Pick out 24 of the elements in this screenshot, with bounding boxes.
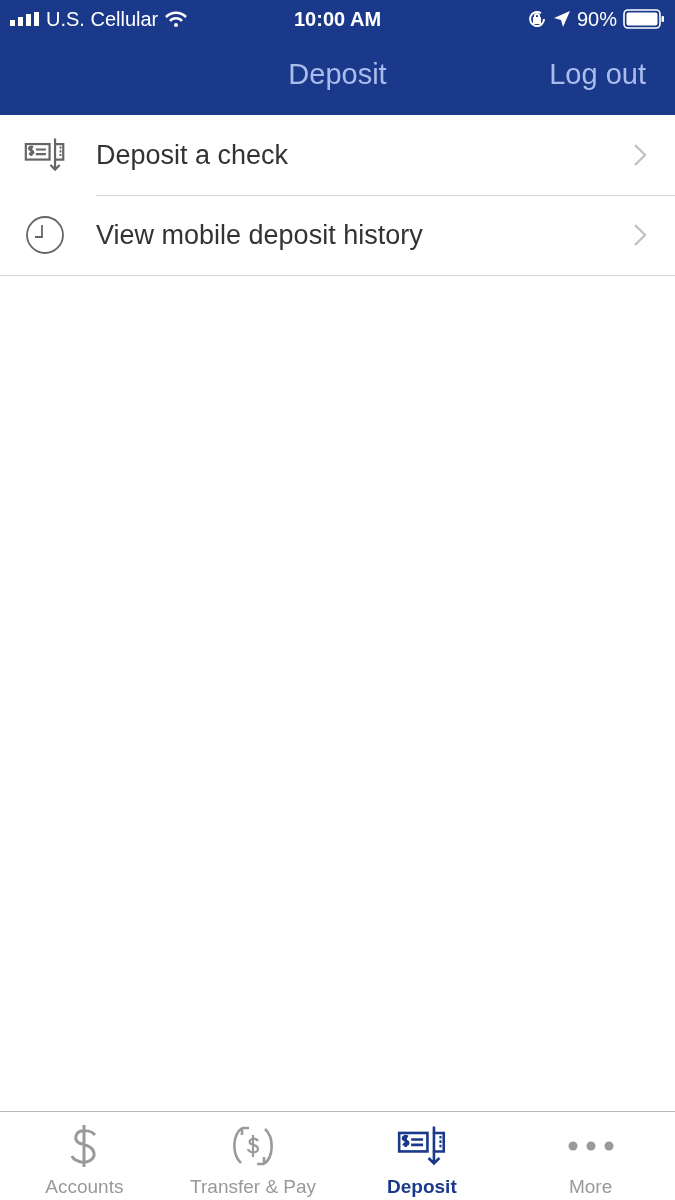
battery-icon bbox=[623, 9, 665, 29]
check-deposit-icon bbox=[24, 136, 66, 174]
menu-item[interactable]: Deposit a check bbox=[0, 115, 675, 195]
location-arrow-icon bbox=[553, 10, 571, 28]
wifi-icon bbox=[164, 10, 189, 28]
chevron-right-icon bbox=[633, 143, 647, 167]
tab-bar-item[interactable]: Accounts bbox=[0, 1112, 169, 1200]
menu-item[interactable]: View mobile deposit history bbox=[0, 195, 675, 275]
tab-bar-item[interactable]: Transfer & Pay bbox=[168, 1112, 338, 1200]
check-deposit-icon bbox=[396, 1124, 447, 1168]
menu-item-label: Deposit a check bbox=[96, 139, 290, 171]
more-dots-icon bbox=[567, 1141, 614, 1151]
log-out-button[interactable]: Log out bbox=[549, 58, 646, 91]
menu-item-label: View mobile deposit history bbox=[96, 219, 424, 251]
signal-icon bbox=[10, 12, 40, 26]
tab-bar-item[interactable]: Deposit bbox=[337, 1112, 507, 1200]
carrier-name: U.S. Cellular bbox=[46, 7, 159, 31]
tab-bar-item[interactable]: More bbox=[506, 1112, 675, 1200]
screen-title: Deposit bbox=[288, 58, 387, 91]
clock-time: 10:00 AM bbox=[293, 7, 382, 31]
clock-icon bbox=[25, 215, 65, 255]
battery-percent: 90% bbox=[577, 7, 617, 31]
chevron-right-icon bbox=[633, 223, 647, 247]
rotation-lock-icon bbox=[527, 9, 547, 29]
